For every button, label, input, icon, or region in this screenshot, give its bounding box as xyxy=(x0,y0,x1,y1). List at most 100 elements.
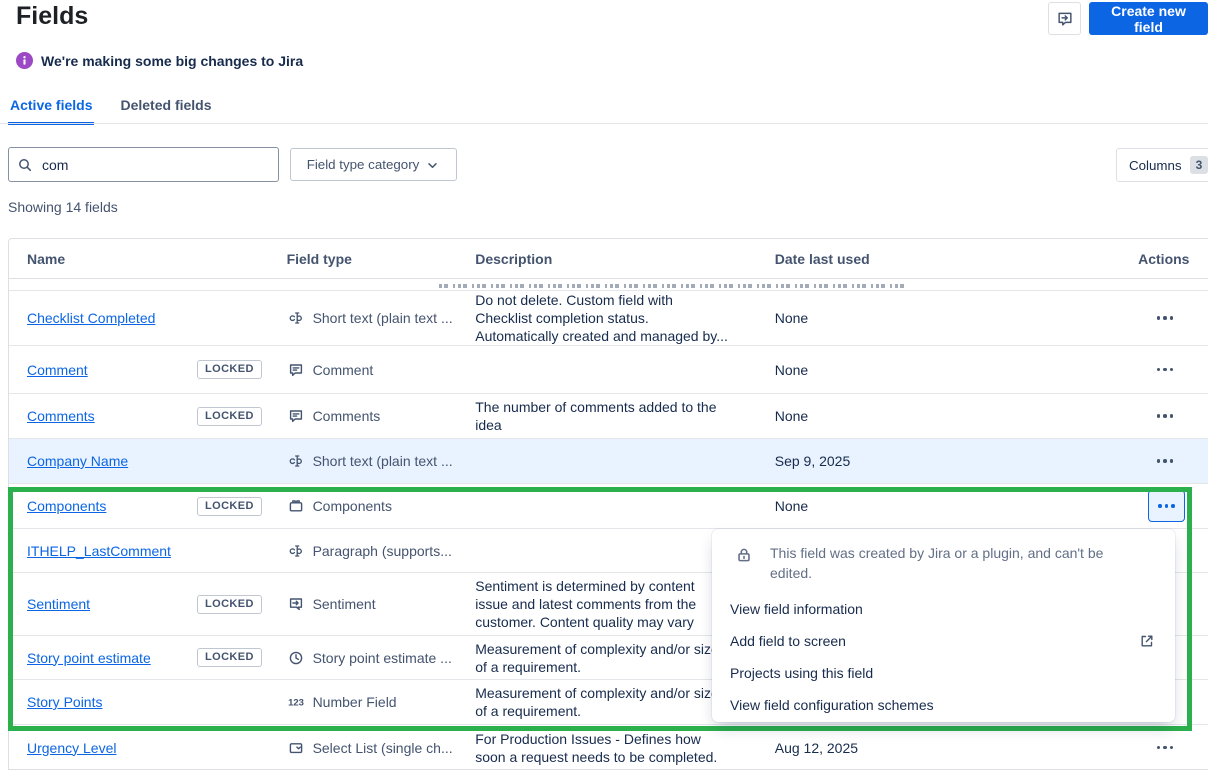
partially-scrolled-row xyxy=(9,279,1208,291)
field-name-link[interactable]: Story Points xyxy=(27,694,102,710)
field-name-link[interactable]: Checklist Completed xyxy=(27,310,155,326)
components-icon xyxy=(287,498,305,514)
name-cell: Components LOCKED xyxy=(9,496,287,516)
field-type-label: Comments xyxy=(312,408,381,424)
fields-admin-page: Fields Create new field We're making som… xyxy=(0,0,1208,770)
field-name-link[interactable]: Sentiment xyxy=(27,596,90,612)
field-type-cell: Short text (plain text ... xyxy=(287,453,476,469)
column-header-description[interactable]: Description xyxy=(475,250,775,268)
row-actions-button[interactable] xyxy=(1148,490,1186,522)
ellipsis-icon xyxy=(1156,367,1161,372)
field-type-label: Story point estimate ... xyxy=(312,649,452,666)
column-header-name[interactable]: Name xyxy=(9,251,287,267)
field-name-link[interactable]: Comment xyxy=(27,362,88,378)
row-actions-button[interactable] xyxy=(1148,403,1182,429)
field-name-link[interactable]: Comments xyxy=(27,408,95,424)
table-header: Name Field type Description Date last us… xyxy=(9,239,1208,279)
announcement-banner: We're making some big changes to Jira xyxy=(16,52,303,69)
field-name-link[interactable]: Components xyxy=(27,498,106,514)
external-link-icon xyxy=(1139,633,1155,649)
actions-menu-item[interactable]: Add field to screen xyxy=(712,625,1175,657)
column-header-date-last-used[interactable]: Date last used xyxy=(775,251,1130,267)
description-cell: Do not delete. Custom field with Checkli… xyxy=(475,292,728,344)
field-name-link[interactable]: Urgency Level xyxy=(27,740,117,756)
field-type-label: Sentiment xyxy=(312,596,376,612)
menu-item-label: View field information xyxy=(730,601,863,617)
ellipsis-icon xyxy=(1158,504,1162,508)
short-text-icon xyxy=(287,453,305,469)
column-header-actions: Actions xyxy=(1138,250,1190,267)
search-box xyxy=(8,147,279,182)
actions-cell xyxy=(1130,403,1208,429)
result-count: Showing 14 fields xyxy=(8,199,118,215)
short-text-icon xyxy=(287,310,305,326)
menu-item-label: View field configuration schemes xyxy=(730,697,934,713)
name-cell: Sentiment LOCKED xyxy=(9,594,287,614)
date-last-used-cell: None xyxy=(774,498,809,514)
name-cell: Story Points xyxy=(9,694,287,710)
dropdown-label: Field type category xyxy=(306,157,420,172)
clipped-text-sliver xyxy=(439,284,909,288)
field-name-link[interactable]: ITHELP_LastComment xyxy=(27,543,171,559)
row-actions-button[interactable] xyxy=(1148,357,1182,383)
field-type-category-dropdown[interactable]: Field type category xyxy=(290,148,457,181)
info-icon xyxy=(16,52,33,69)
date-last-used-cell: None xyxy=(774,361,809,378)
lock-icon xyxy=(735,546,753,564)
actions-menu-item[interactable]: Projects using this field xyxy=(712,657,1175,689)
page-title: Fields xyxy=(16,2,89,30)
tab-bar: Active fields Deleted fields xyxy=(8,97,214,125)
locked-badge: LOCKED xyxy=(197,406,262,426)
tab-active-fields[interactable]: Active fields xyxy=(8,97,95,125)
field-name-link[interactable]: Story point estimate xyxy=(27,650,151,666)
field-type-label: Short text (plain text ... xyxy=(312,310,453,326)
chevron-down-icon xyxy=(425,158,440,173)
name-cell: Comments LOCKED xyxy=(9,406,287,426)
field-type-label: Components xyxy=(312,498,392,514)
ellipsis-icon xyxy=(1156,414,1161,418)
menu-item-label: Projects using this field xyxy=(730,665,874,681)
field-name-link[interactable]: Company Name xyxy=(27,453,128,469)
locked-badge: LOCKED xyxy=(197,594,262,614)
row-actions-button[interactable] xyxy=(1148,305,1182,331)
feedback-button[interactable] xyxy=(1048,2,1081,35)
field-type-cell: 123 Number Field xyxy=(287,694,476,710)
name-cell: Story point estimate LOCKED xyxy=(9,648,287,667)
field-type-cell: Components xyxy=(287,498,476,514)
column-header-field-type[interactable]: Field type xyxy=(287,251,476,267)
field-type-label: Select List (single ch... xyxy=(312,739,453,756)
banner-text: We're making some big changes to Jira xyxy=(41,52,304,69)
comment-icon xyxy=(287,408,305,424)
locked-badge: LOCKED xyxy=(197,648,262,667)
field-type-cell: Paragraph (supports... xyxy=(287,543,476,559)
search-input[interactable] xyxy=(42,156,270,173)
row-actions-button[interactable] xyxy=(1148,448,1182,474)
date-last-used-cell: None xyxy=(774,310,809,326)
feedback-icon xyxy=(1056,10,1074,28)
ellipsis-icon xyxy=(1156,745,1161,750)
columns-count-badge: 3 xyxy=(1189,156,1208,174)
paragraph-icon xyxy=(287,543,305,559)
description-cell: For Production Issues - Defines how soon… xyxy=(475,730,718,765)
ellipsis-icon xyxy=(1156,459,1161,463)
name-cell: Comment LOCKED xyxy=(9,360,287,379)
date-last-used-cell: Sep 9, 2025 xyxy=(774,453,851,469)
locked-field-notice: This field was created by Jira or a plug… xyxy=(712,529,1175,593)
actions-menu-item[interactable]: View field information xyxy=(712,593,1175,625)
create-new-field-button[interactable]: Create new field xyxy=(1089,2,1208,35)
columns-label: Columns xyxy=(1129,157,1182,173)
row-actions-button[interactable] xyxy=(1148,735,1182,761)
field-type-cell: Sentiment xyxy=(287,596,476,612)
actions-cell xyxy=(1130,490,1208,522)
field-type-label: Paragraph (supports... xyxy=(312,542,452,559)
actions-menu-item[interactable]: View field configuration schemes xyxy=(712,689,1175,721)
number-icon: 123 xyxy=(287,694,305,710)
actions-cell xyxy=(1130,735,1208,761)
field-type-label: Comment xyxy=(312,361,374,378)
name-cell: Urgency Level xyxy=(9,740,287,756)
tab-deleted-fields[interactable]: Deleted fields xyxy=(118,97,213,125)
columns-button[interactable]: Columns 3 xyxy=(1116,148,1208,182)
row-actions-menu: This field was created by Jira or a plug… xyxy=(712,529,1175,722)
table-row: Urgency Level Select List (single ch... Fo… xyxy=(9,725,1208,770)
actions-menu-items: View field information Add field to scree… xyxy=(712,593,1175,721)
